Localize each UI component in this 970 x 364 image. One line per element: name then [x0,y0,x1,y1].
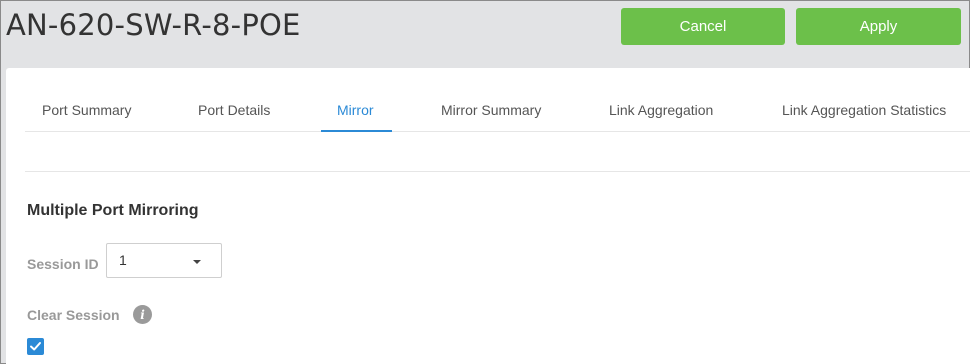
active-tab-indicator [321,130,392,132]
session-id-select[interactable]: 1 [106,243,222,278]
tab-link-aggregation-statistics[interactable]: Link Aggregation Statistics [782,102,946,118]
tab-mirror[interactable]: Mirror [337,102,374,118]
session-id-value: 1 [119,252,127,268]
tab-bar: Port Summary Port Details Mirror Mirror … [25,90,970,132]
device-title: AN-620-SW-R-8-POE [6,8,301,42]
tab-mirror-summary[interactable]: Mirror Summary [441,102,541,118]
clear-session-checkbox[interactable] [27,338,44,355]
session-id-label: Session ID [27,256,99,272]
section-divider [25,171,970,172]
apply-button[interactable]: Apply [796,8,961,45]
tab-port-summary[interactable]: Port Summary [42,102,131,118]
clear-session-label: Clear Session [27,307,120,323]
info-icon[interactable]: i [133,305,152,324]
caret-down-icon [193,260,201,264]
content-card: Port Summary Port Details Mirror Mirror … [6,68,970,364]
section-title: Multiple Port Mirroring [27,202,199,219]
cancel-button[interactable]: Cancel [621,8,785,45]
tab-port-details[interactable]: Port Details [198,102,270,118]
tab-link-aggregation[interactable]: Link Aggregation [609,102,713,118]
checkmark-icon [30,342,41,351]
